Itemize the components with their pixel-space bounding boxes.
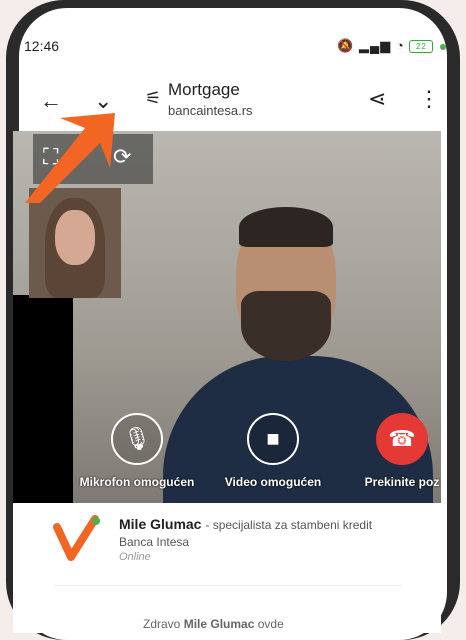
bank-logo-icon [53,515,100,561]
settings-icon[interactable]: ⚟ [145,88,161,109]
page-domain: bancaintesa.rs [168,103,253,118]
microphone-icon[interactable]: 🎙 [111,413,163,465]
video-control[interactable]: ■ Video omogućen [218,413,328,489]
battery-icon: 22 [409,40,434,54]
greeting-prefix: Zdravo [143,617,181,631]
agent-card: Mile Glumac - specijalista za stambeni k… [13,503,441,633]
more-icon[interactable]: ⋮ [418,86,440,112]
pointer-arrow [25,113,115,203]
mic-control[interactable]: 🎙 Mikrofon omogućen [77,413,197,489]
mute-icon: 🔕 [337,38,355,53]
status-time: 12:46 [24,38,60,54]
page-title: Mortgage [168,80,240,99]
video-label: Video omogućen [224,475,322,489]
status-bar: 12:46 🔕 ▂▄▆ ◔ 22 [0,0,466,54]
greeting-suffix: ovde [257,617,284,631]
remote-person-beard [241,291,331,361]
video-letterbox [13,295,73,503]
green-dot [440,43,446,50]
phone-hangup-icon[interactable]: ☎ [376,413,428,465]
divider [53,585,403,586]
end-call-label: Prekinite poz [364,475,440,489]
end-call-control[interactable]: ☎ Prekinite poz [363,413,441,489]
share-icon[interactable]: ⋖ [368,86,386,112]
wifi-icon: ◔ [395,38,405,53]
remote-person-hair [239,207,333,247]
agent-bank: Banca Intesa [119,535,190,549]
self-face [55,210,95,265]
status-icons: 🔕 ▂▄▆ ◔ 22 [337,38,446,54]
video-camera-icon[interactable]: ■ [247,413,299,465]
signal-icon: ▂▄▆ [359,38,392,53]
agent-role: - specijalista za stambeni kredit [205,518,373,532]
greeting-line: Zdravo Mile Glumac ovde [143,617,284,631]
agent-name: Mile Glumac [119,516,202,532]
greeting-name: Mile Glumac [183,617,255,631]
agent-name-line: Mile Glumac - specijalista za stambeni k… [119,516,372,532]
agent-status: Online [119,551,151,563]
mic-label: Mikrofon omogućen [79,475,195,489]
